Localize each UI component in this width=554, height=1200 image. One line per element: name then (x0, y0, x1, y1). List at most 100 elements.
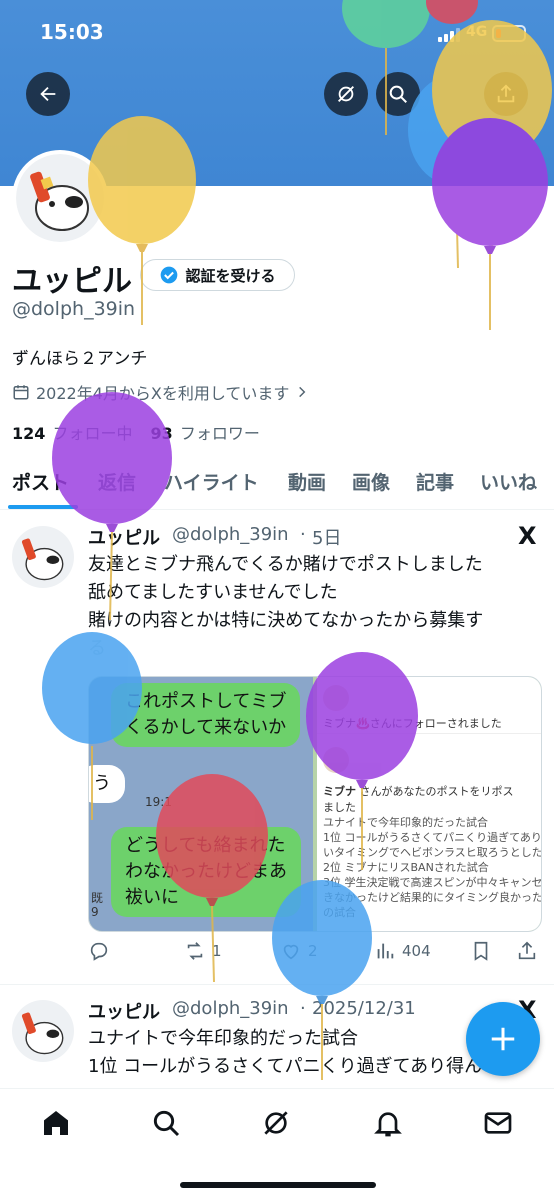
post-text-line: 1位 コールがうるさくてパニくり過ぎてあり得ん (88, 1056, 483, 1077)
like-button[interactable]: 2 (280, 940, 318, 962)
views-button[interactable]: 404 (374, 940, 431, 962)
chat-line: う (93, 773, 111, 794)
avatar-illustration (21, 538, 64, 581)
search-button[interactable] (376, 72, 420, 116)
post-timestamp[interactable]: 5日 (312, 524, 341, 550)
notification-repost-text: ました (323, 801, 356, 814)
notification-quoted-line: 3位 学生決定戦で高速スピンが中々キャンセ (323, 876, 542, 889)
notification-quoted-line: 2位 ミブナにリスBANされた試合 (323, 861, 489, 874)
reply-button[interactable] (88, 940, 116, 962)
notification-quoted-line: ユナイトで今年印象的だった試合 (323, 816, 488, 829)
back-arrow-icon (40, 86, 56, 102)
chat-line: くるかして来ないか (125, 717, 287, 738)
post-author-handle[interactable]: @dolph_39in (172, 524, 289, 545)
post-author-handle[interactable]: @dolph_39in (172, 998, 289, 1019)
tab-highlights[interactable]: ハイライト (164, 468, 259, 495)
follow-stats: 124 フォロー中 93 フォロワー (12, 420, 260, 444)
active-tab-indicator (8, 505, 78, 509)
repost-button[interactable]: 1 (184, 940, 222, 962)
avatar-illustration (21, 1012, 64, 1055)
chat-bubble: う (89, 765, 125, 803)
tab-videos[interactable]: 動画 (288, 468, 326, 495)
like-icon (283, 944, 299, 960)
bookmark-button[interactable] (470, 940, 492, 962)
notification-repost-name: ミブナ (323, 785, 356, 798)
chat-bubble: どうしても絡まれた わなかったけどまあ 祓いに (111, 827, 301, 917)
chat-line: どうしても絡まれた (125, 835, 286, 856)
post-media-image[interactable]: これポストしてミブ くるかして来ないか う 19:1 どうしても絡まれた わなか… (88, 676, 542, 932)
joined-date[interactable]: 2022年4月からXを利用しています (12, 380, 309, 404)
tab-likes[interactable]: いいね (480, 468, 537, 495)
profile-name: ユッピル (12, 264, 132, 299)
chat-read-time: 9 (91, 905, 99, 919)
post-text-line: 舐めてましたすいませんでした (88, 582, 338, 603)
tab-articles[interactable]: 記事 (416, 468, 454, 495)
view-count: 404 (402, 942, 431, 960)
post-avatar[interactable] (12, 526, 74, 588)
following-count: 124 (12, 424, 46, 443)
battery-icon (492, 25, 526, 42)
share-post-button[interactable] (516, 940, 538, 962)
post-text-line: ユナイトで今年印象的だった試合 (88, 1028, 358, 1049)
notification-follow: ミブナ♨️さんにフォローされました (323, 717, 502, 730)
reply-icon (90, 942, 108, 961)
get-verified-button[interactable]: 認証を受ける (140, 259, 295, 291)
post-timestamp[interactable]: 2025/12/31 (312, 998, 416, 1019)
chat-screenshot: これポストしてミブ くるかして来ないか う 19:1 どうしても絡まれた わなか… (89, 677, 313, 931)
repost-count: 1 (212, 942, 222, 960)
post-actions: 1 2 404 (88, 940, 542, 970)
like-count: 2 (308, 942, 318, 960)
status-time: 15:03 (40, 20, 104, 44)
chat-line: これポストしてミブ (125, 691, 287, 712)
x-logo-icon: X (518, 522, 537, 550)
profile-bio: ずんほら２アンチ (12, 349, 148, 369)
grok-button[interactable] (324, 72, 368, 116)
notification-repost-text: さんがあなたのポストをリポス (359, 785, 514, 798)
profile-tabs: ポスト 返信 ハイライト 動画 画像 記事 いいね (0, 458, 554, 510)
post-avatar[interactable] (12, 1000, 74, 1062)
chevron-right-icon (299, 386, 306, 398)
followers-count: 93 (150, 424, 173, 443)
share-profile-button[interactable] (484, 72, 528, 116)
post-separator: · (300, 998, 306, 1019)
notification-quoted-text: ユナイトで今年印象的だった試合 1位 コールがうるさくてパニくり過ぎてあり いタ… (323, 815, 542, 920)
profile-avatar[interactable] (12, 150, 108, 246)
followers-link[interactable]: 93 フォロワー (151, 420, 260, 444)
calendar-icon (13, 385, 29, 400)
compose-button[interactable] (466, 1002, 540, 1076)
notification-repost: ミブナ さんがあなたのポストをリポス (323, 783, 514, 799)
tab-posts[interactable]: ポスト (12, 468, 69, 495)
followers-label: フォロワー (179, 424, 260, 443)
post-separator: · (300, 524, 306, 545)
chat-bubble: これポストしてミブ くるかして来ないか (111, 683, 301, 747)
back-button[interactable] (26, 72, 70, 116)
post-author-name[interactable]: ユッピル (88, 524, 160, 550)
get-verified-label: 認証を受ける (185, 266, 276, 285)
compose-plus-icon (491, 1027, 515, 1051)
messages-icon[interactable] (482, 1107, 514, 1139)
repost-icon (187, 942, 203, 960)
verified-badge-icon (161, 266, 178, 284)
search-icon (389, 85, 407, 103)
home-icon[interactable] (40, 1107, 72, 1139)
post-author-name[interactable]: ユッピル (88, 998, 160, 1024)
notification-avatar (323, 685, 349, 711)
notification-screenshot: ミブナ♨️さんにフォローされました ミブナ さんがあなたのポストをリポス ました… (317, 677, 542, 931)
grok-nav-icon[interactable] (260, 1107, 292, 1139)
post-text-line: 友達とミブナ飛んでくるか賭けでポストしました (88, 554, 483, 575)
tab-replies[interactable]: 返信 (98, 468, 136, 495)
notification-quoted-line: 1位 コールがうるさくてパニくり過ぎてあり (323, 831, 542, 844)
network-label: 4G (466, 24, 488, 40)
chat-read: 既 (91, 891, 104, 905)
search-nav-icon[interactable] (150, 1107, 182, 1139)
following-label: フォロー中 (52, 424, 133, 443)
joined-label: 2022年4月からXを利用しています (36, 384, 290, 403)
views-icon (377, 943, 394, 959)
notification-quoted-line: の試合 (323, 906, 356, 919)
share-icon (497, 84, 515, 103)
notifications-icon[interactable] (372, 1107, 404, 1139)
following-link[interactable]: 124 フォロー中 (12, 420, 133, 444)
post-text-line: る (88, 638, 106, 659)
tab-images[interactable]: 画像 (352, 468, 390, 495)
home-indicator (180, 1182, 376, 1188)
